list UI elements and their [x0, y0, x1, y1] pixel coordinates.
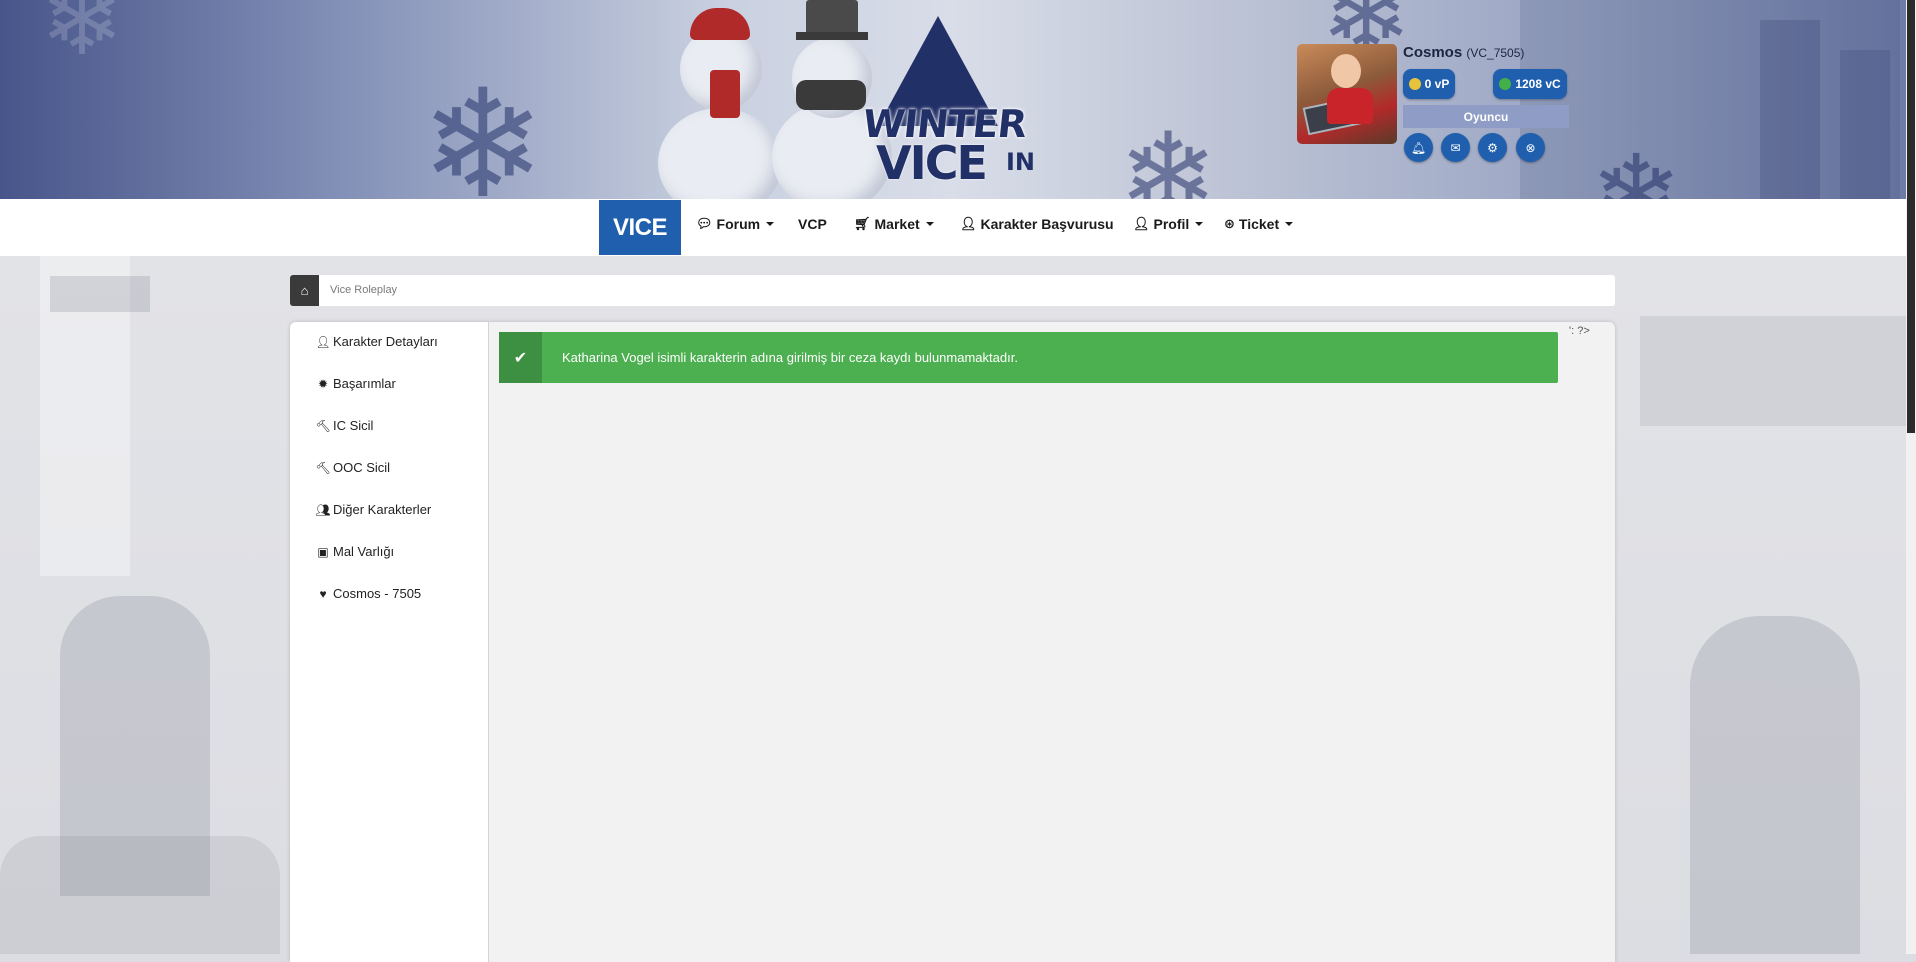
snowflake-decoration: ❄	[40, 0, 124, 78]
sidebar-item-mal-varligi[interactable]: ▣ Mal Varlığı	[315, 544, 394, 559]
vc-balance-badge[interactable]: 1208 vC	[1493, 69, 1567, 99]
top-hat-decoration	[806, 0, 858, 34]
main-navbar	[0, 199, 1906, 256]
site-logo[interactable]: WINTER VICE IN	[858, 16, 1048, 190]
heart-icon: ♥	[319, 586, 327, 601]
city-backdrop	[1760, 20, 1820, 199]
breadcrumb: ⌂ Vice Roleplay	[290, 275, 1615, 306]
vc-balance-text: 1208 vC	[1515, 77, 1561, 91]
caret-down-icon	[925, 222, 934, 226]
user-icon: 👤︎	[315, 334, 331, 349]
city-backdrop	[1840, 50, 1890, 199]
header-banner: ❄ ❄ ❄ ❄ ❄ WINTER VICE IN	[0, 0, 1906, 199]
character-art-decoration	[1690, 616, 1860, 954]
sidebar-item-label: OOC Sicil	[333, 460, 391, 475]
gear-icon: ⚙	[1487, 140, 1498, 155]
snowflake-decoration: ❄	[420, 58, 546, 199]
caret-down-icon	[766, 222, 775, 226]
user-id: (VC_7505)	[1466, 46, 1525, 60]
avatar-detail	[1331, 54, 1361, 88]
scarf-hat-decoration	[690, 8, 750, 40]
nav-item-vcp[interactable]: VCP	[798, 216, 827, 232]
nav-item-karakter-basvurusu[interactable]: 👤︎ Karakter Başvurusu	[960, 216, 1114, 232]
scarf-decoration	[710, 70, 740, 118]
logout-button[interactable]: ⊗	[1516, 133, 1545, 162]
sidebar-item-karakter-detaylari[interactable]: 👤︎ Karakter Detayları	[315, 334, 438, 349]
users-icon: 👥︎	[315, 502, 331, 517]
nav-item-profil[interactable]: 👤︎ Profil	[1133, 216, 1204, 232]
money-bill-icon: ▣	[317, 544, 329, 559]
cart-icon: 🛒︎	[854, 216, 871, 231]
life-ring-icon: ⊛	[1224, 216, 1235, 231]
car-decoration	[0, 836, 280, 954]
caret-down-icon	[1195, 222, 1204, 226]
vp-balance-text: 0 vP	[1424, 77, 1450, 91]
money-icon	[1499, 78, 1512, 90]
yacht-decoration	[1640, 316, 1906, 426]
sidebar-item-ic-sicil[interactable]: 🔨︎ IC Sicil	[315, 418, 373, 433]
breadcrumb-home-button[interactable]: ⌂	[290, 275, 319, 306]
home-icon: ⌂	[300, 283, 309, 298]
coins-icon	[1408, 78, 1421, 90]
nav-item-market[interactable]: 🛒︎ Market	[854, 216, 934, 232]
breadcrumb-item[interactable]: Vice Roleplay	[330, 284, 397, 296]
sidebar-item-label: Başarımlar	[333, 376, 396, 391]
logo-text-vice: VICE	[876, 136, 988, 190]
nav-item-label: VCP	[798, 216, 827, 232]
envelope-icon: ✉	[1450, 140, 1461, 155]
user-plus-icon: 👤︎	[960, 216, 977, 231]
stray-text: ': ?>	[1569, 325, 1590, 337]
nav-item-forum[interactable]: 💬︎ Forum	[696, 216, 775, 232]
check-icon: ✔	[499, 332, 542, 383]
snowflake-decoration: ❄	[1118, 108, 1219, 200]
certificate-icon: ✹	[317, 376, 329, 391]
sidebar-item-label: Karakter Detayları	[333, 334, 438, 349]
snowman-decoration	[658, 108, 782, 199]
sidebar-item-cosmos[interactable]: ♥ Cosmos - 7505	[315, 586, 421, 601]
nav-item-label: Profil	[1153, 216, 1190, 232]
sidebar-item-label: IC Sicil	[333, 418, 374, 433]
sidebar-item-label: Mal Varlığı	[333, 544, 395, 559]
messages-button[interactable]: ✉	[1441, 133, 1470, 162]
username: Cosmos (VC_7505)	[1403, 44, 1524, 61]
close-circle-icon: ⊗	[1525, 140, 1536, 155]
caret-down-icon	[1285, 222, 1294, 226]
avatar-detail	[1327, 88, 1373, 124]
lighthouse-decoration	[50, 276, 150, 312]
settings-button[interactable]: ⚙	[1478, 133, 1507, 162]
success-alert: ✔ Katharina Vogel isimli karakterin adın…	[499, 332, 1558, 383]
sidebar-item-diger-karakterler[interactable]: 👥︎ Diğer Karakterler	[315, 502, 431, 517]
nav-brand[interactable]: VICE	[599, 200, 681, 255]
user-icon: 👤︎	[1133, 216, 1150, 231]
scarf-decoration	[796, 80, 866, 110]
nav-item-ticket[interactable]: ⊛ Ticket	[1224, 216, 1294, 232]
alert-message: Katharina Vogel isimli karakterin adına …	[562, 350, 1018, 365]
user-role-badge: Oyuncu	[1403, 105, 1569, 128]
nav-item-label: Karakter Başvurusu	[980, 216, 1114, 232]
gavel-icon: 🔨︎	[315, 460, 331, 475]
bell-icon: 🔔︎	[1410, 140, 1427, 155]
vp-balance-badge[interactable]: 0 vP	[1403, 69, 1455, 99]
comments-icon: 💬︎	[696, 216, 713, 231]
nav-item-label: Market	[874, 216, 920, 232]
sidebar-item-basarimlar[interactable]: ✹ Başarımlar	[315, 376, 396, 391]
avatar[interactable]	[1297, 44, 1397, 144]
sidebar-item-label: Cosmos - 7505	[333, 586, 422, 601]
username-text: Cosmos	[1403, 44, 1463, 61]
scrollbar-thumb[interactable]	[1907, 0, 1915, 433]
sidebar-item-label: Diğer Karakterler	[333, 502, 432, 517]
gavel-icon: 🔨︎	[315, 418, 331, 433]
notifications-button[interactable]: 🔔︎	[1404, 133, 1433, 162]
nav-item-label: Forum	[716, 216, 761, 232]
nav-item-label: Ticket	[1238, 216, 1280, 232]
logo-text-in: IN	[1006, 148, 1036, 176]
sidebar-item-ooc-sicil[interactable]: 🔨︎ OOC Sicil	[315, 460, 390, 475]
